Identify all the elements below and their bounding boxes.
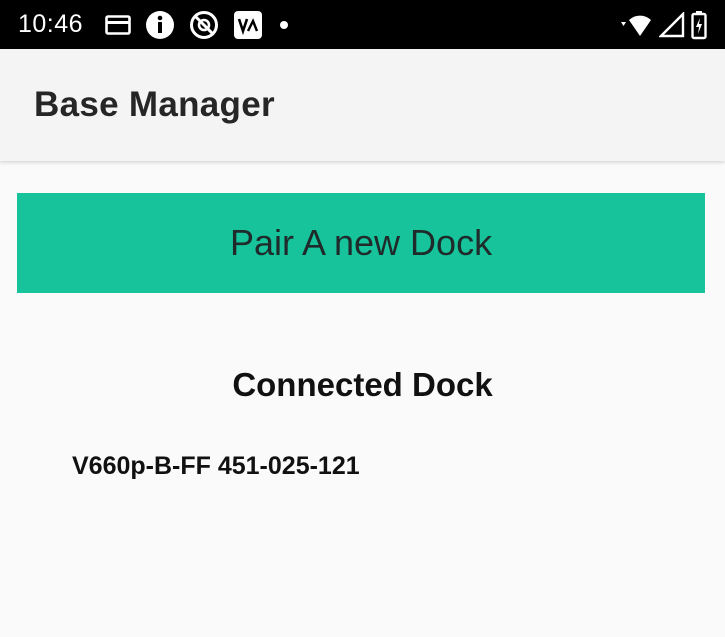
- card-icon: [105, 14, 131, 36]
- status-time: 10:46: [18, 10, 84, 38]
- app-bar: Base Manager: [0, 49, 725, 161]
- page-title: Base Manager: [34, 85, 275, 124]
- status-bar: 10:46: [0, 0, 725, 49]
- no-disturb-icon: [189, 10, 219, 40]
- app-badge-icon: [233, 10, 263, 40]
- pair-new-dock-button[interactable]: Pair A new Dock: [17, 193, 705, 293]
- wifi-icon: [617, 12, 653, 38]
- dock-list-item[interactable]: V660p-B-FF 451-025-121: [72, 452, 360, 481]
- info-icon: [145, 10, 175, 40]
- connected-dock-heading: Connected Dock: [232, 366, 493, 403]
- signal-icon: [659, 11, 685, 38]
- battery-icon: [691, 10, 707, 40]
- dot-icon: [277, 18, 291, 32]
